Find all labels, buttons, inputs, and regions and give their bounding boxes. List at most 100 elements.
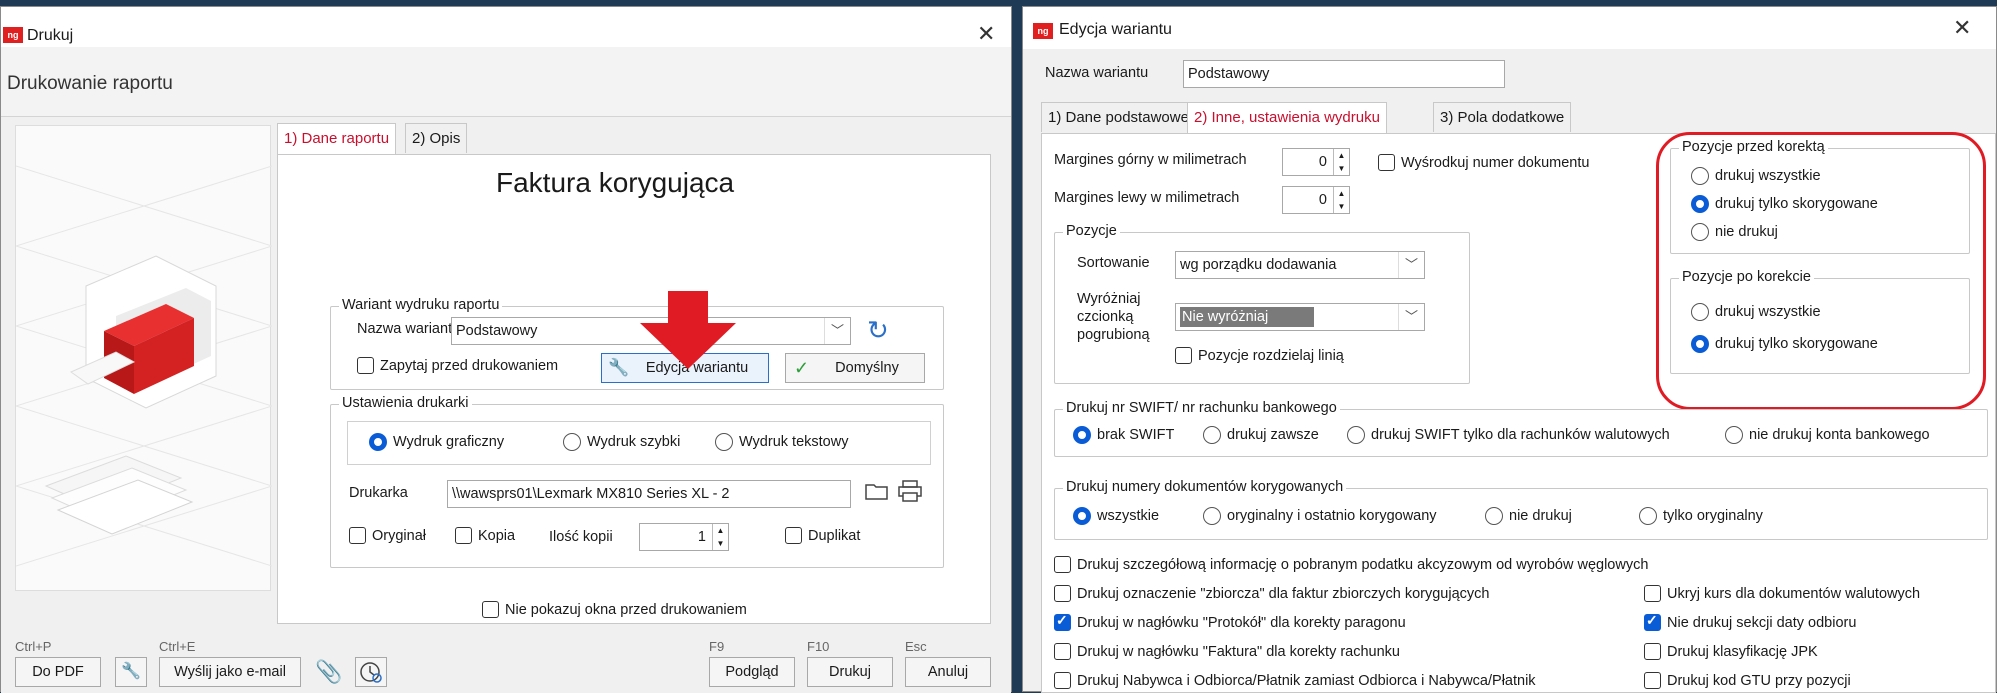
jpk-checkbox[interactable]: Drukuj klasyfikację JPK (1644, 643, 1818, 660)
radio-dot[interactable] (563, 433, 581, 451)
printer-illustration-icon (15, 165, 273, 567)
checkbox-box[interactable] (1054, 612, 1071, 631)
corrected-orig-radio[interactable]: tylko oryginalny (1639, 507, 1763, 525)
mode-graficzny-radio[interactable]: Wydruk graficzny (369, 433, 504, 451)
excise-info-checkbox[interactable]: Drukuj szczegółową informację o pobranym… (1054, 556, 1648, 573)
bold-select[interactable]: Nie wyróżniaj ﹀ (1175, 303, 1425, 331)
checkbox-box[interactable] (785, 527, 802, 544)
radio-dot[interactable] (1725, 426, 1743, 444)
cancel-button[interactable]: Anuluj (905, 657, 991, 687)
drukuj-window: ng Drukuj ✕ Drukowanie raportu 1) Dane r… (0, 6, 1012, 693)
checkbox-box[interactable] (455, 527, 472, 544)
original-checkbox[interactable]: Oryginał (349, 527, 426, 544)
copies-spinner[interactable]: 1 ▲ ▼ (639, 523, 729, 551)
edycja-window: ng Edycja wariantu ✕ Nazwa wariantu Pods… (1022, 6, 1997, 693)
corrected-none-radio[interactable]: nie drukuj (1485, 507, 1572, 525)
no-receipt-date-checkbox[interactable]: Nie drukuj sekcji daty odbioru (1644, 612, 1856, 631)
checkbox-box[interactable] (357, 357, 374, 374)
checkbox-box[interactable] (482, 601, 499, 618)
chevron-down-icon[interactable]: ﹀ (824, 318, 850, 344)
swift-none-radio[interactable]: brak SWIFT (1073, 426, 1174, 444)
close-icon[interactable]: ✕ (977, 21, 995, 47)
mode-szybki-radio[interactable]: Wydruk szybki (563, 433, 680, 451)
nabywca-order-checkbox[interactable]: Drukuj Nabywca i Odbiorca/Płatnik zamias… (1054, 672, 1536, 689)
radio-dot[interactable] (1203, 507, 1221, 525)
chevron-down-icon[interactable]: ﹀ (1398, 304, 1424, 330)
sort-select[interactable]: wg porządku dodawania ﹀ (1175, 251, 1425, 279)
spinner-arrows-icon[interactable]: ▲ ▼ (712, 524, 728, 550)
wrench-icon[interactable]: 🔧 (115, 657, 147, 687)
pdf-button[interactable]: Do PDF (15, 657, 101, 687)
checkbox-box[interactable] (1378, 154, 1395, 171)
variant-name-input[interactable]: Podstawowy (1183, 60, 1505, 88)
printer-group-title: Ustawienia drukarki (339, 395, 472, 411)
bold-value: Nie wyróżniaj (1180, 307, 1315, 327)
checkbox-box[interactable] (1054, 585, 1071, 602)
radio-dot[interactable] (1485, 507, 1503, 525)
settings-panel: Margines górny w milimetrach 0 ▲ ▼ Wyśrod… (1041, 132, 1996, 693)
checkbox-box[interactable] (1054, 643, 1071, 660)
copy-checkbox[interactable]: Kopia (455, 527, 515, 544)
protokol-checkbox[interactable]: Drukuj w nagłówku "Protokół" dla korekty… (1054, 612, 1406, 631)
checkbox-box[interactable] (1054, 556, 1071, 573)
radio-dot[interactable] (1347, 426, 1365, 444)
checkbox-box[interactable] (1175, 347, 1192, 364)
variant-group-title: Wariant wydruku raportu (339, 297, 503, 313)
spinner-arrows-icon[interactable]: ▲ ▼ (1333, 187, 1349, 213)
radio-dot[interactable] (715, 433, 733, 451)
app-icon: ng (1033, 23, 1053, 39)
print-button[interactable]: Drukuj (807, 657, 893, 687)
swift-currency-radio[interactable]: drukuj SWIFT tylko dla rachunków walutow… (1347, 426, 1670, 444)
duplicate-checkbox[interactable]: Duplikat (785, 527, 860, 544)
separate-line-label: Pozycje rozdzielaj linią (1198, 347, 1344, 364)
paperclip-icon[interactable]: 📎 (315, 659, 342, 685)
variant-group: Wariant wydruku raportu Nazwa wariantu P… (330, 297, 944, 390)
margin-top-spinner[interactable]: 0 ▲ ▼ (1282, 148, 1350, 176)
margin-left-spinner[interactable]: 0 ▲ ▼ (1282, 186, 1350, 214)
printer-icon[interactable] (897, 479, 923, 503)
close-icon[interactable]: ✕ (1953, 15, 1971, 41)
checkbox-box[interactable] (1644, 643, 1661, 660)
email-button[interactable]: Wyślij jako e-mail (159, 657, 301, 687)
checkbox-box[interactable] (1644, 612, 1661, 631)
corrected-orig-last-label: oryginalny i ostatnio korygowany (1227, 508, 1437, 524)
preview-button[interactable]: Podgląd (709, 657, 795, 687)
tab-inne-ustawienia[interactable]: 2) Inne, ustawienia wydruku (1187, 102, 1387, 133)
checkbox-box[interactable] (1644, 672, 1661, 689)
corrected-all-radio[interactable]: wszystkie (1073, 507, 1159, 525)
corrected-orig-label: tylko oryginalny (1663, 508, 1763, 524)
checkbox-box[interactable] (349, 527, 366, 544)
refresh-icon[interactable]: ↻ (867, 315, 889, 346)
zbiorcza-checkbox[interactable]: Drukuj oznaczenie "zbiorcza" dla faktur … (1054, 585, 1489, 602)
center-doc-number-checkbox[interactable]: Wyśrodkuj numer dokumentu (1378, 154, 1589, 171)
tab-opis[interactable]: 2) Opis (405, 123, 468, 153)
tab-dane-podstawowe[interactable]: 1) Dane podstawowe (1041, 102, 1196, 132)
swift-always-label: drukuj zawsze (1227, 427, 1319, 443)
mode-tekstowy-radio[interactable]: Wydruk tekstowy (715, 433, 848, 451)
default-button[interactable]: ✓ Domyślny (785, 353, 925, 383)
schedule-icon[interactable] (355, 657, 387, 687)
radio-dot[interactable] (1073, 507, 1091, 525)
radio-dot[interactable] (1203, 426, 1221, 444)
faktura-header-checkbox[interactable]: Drukuj w nagłówku "Faktura" dla korekty … (1054, 643, 1400, 660)
swift-no-account-radio[interactable]: nie drukuj konta bankowego (1725, 426, 1930, 444)
tab-dane-raportu[interactable]: 1) Dane raportu (277, 123, 397, 154)
corrected-orig-last-radio[interactable]: oryginalny i ostatnio korygowany (1203, 507, 1437, 525)
hide-rate-checkbox[interactable]: Ukryj kurs dla dokumentów walutowych (1644, 585, 1920, 602)
spinner-arrows-icon[interactable]: ▲ ▼ (1333, 149, 1349, 175)
separate-line-checkbox[interactable]: Pozycje rozdzielaj linią (1175, 347, 1344, 364)
hide-window-checkbox[interactable]: Nie pokazuj okna przed drukowaniem (482, 601, 747, 618)
gtu-checkbox[interactable]: Drukuj kod GTU przy pozycji (1644, 672, 1851, 689)
ask-before-print-checkbox[interactable]: Zapytaj przed drukowaniem (357, 357, 558, 374)
checkbox-box[interactable] (1054, 672, 1071, 689)
folder-icon[interactable] (865, 481, 889, 501)
swift-always-radio[interactable]: drukuj zawsze (1203, 426, 1319, 444)
radio-dot[interactable] (1639, 507, 1657, 525)
radio-dot[interactable] (369, 433, 387, 451)
printer-input[interactable]: \\wawsprs01\Lexmark MX810 Series XL - 2 (447, 480, 851, 508)
tab-pola-dodatkowe[interactable]: 3) Pola dodatkowe (1433, 102, 1572, 132)
radio-dot[interactable] (1073, 426, 1091, 444)
chevron-down-icon[interactable]: ﹀ (1398, 252, 1424, 278)
checkbox-box[interactable] (1644, 585, 1661, 602)
bold-label-line3: pogrubioną (1077, 327, 1150, 343)
